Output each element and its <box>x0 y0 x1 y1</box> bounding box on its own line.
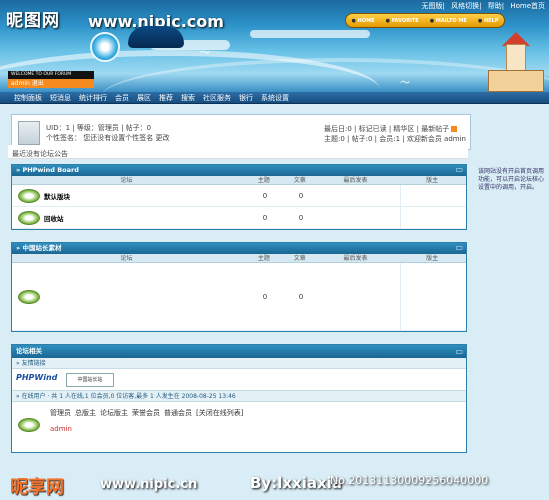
forum-related-panel: 论坛相关 ▭ » 友情链接 PHPWind 中国站长站 » 在线用户 · 共 1… <box>11 344 467 453</box>
forum-status-icon <box>18 289 40 304</box>
col-moderator: 版主 <box>426 255 439 262</box>
nav-control-panel[interactable]: 控制面板 <box>10 92 46 104</box>
favorite-button[interactable]: FAVORITE <box>386 18 419 24</box>
forum-topics: 0 <box>262 213 268 222</box>
phpwind-logo[interactable]: PHPWind <box>16 373 62 387</box>
close-online-list[interactable]: [关闭在线列表] <box>196 408 243 418</box>
header-button-bar: HOME FAVORITE MAILTO ME HELP <box>345 13 505 28</box>
legend-mod: 论坛版主 <box>100 409 128 417</box>
nav-search[interactable]: 搜索 <box>177 92 199 104</box>
footer-watermark: 昵享网 www.nipic.cn By:lxxiaxia No.20131130… <box>0 470 549 500</box>
col-last-post: 最后发表 <box>343 177 368 184</box>
footer-number: No.20131130009256040000 <box>330 474 489 487</box>
nav-members[interactable]: 会员 <box>111 92 133 104</box>
logo-emblem <box>90 32 120 62</box>
forum-topics: 0 <box>262 292 268 301</box>
notice-text: 最近没有论坛公告 <box>12 150 68 158</box>
nav-recommend[interactable]: 推荐 <box>155 92 177 104</box>
nav-bank[interactable]: 银行 <box>235 92 257 104</box>
site-header: 昵图网 www.nipic.com 无图版| 风格切换| 帮助| Home首页 … <box>0 0 549 92</box>
castle-illustration <box>488 32 544 92</box>
rss-icon[interactable] <box>451 126 458 132</box>
forum-posts: 0 <box>298 191 304 200</box>
toplink-style[interactable]: 风格切换 <box>451 2 479 10</box>
collapse-icon[interactable]: ▭ <box>455 345 463 358</box>
forum-related-title: 论坛相关 <box>16 347 42 355</box>
legend-super-mod: 总版主 <box>75 409 96 417</box>
nav-showcase[interactable]: 展区 <box>133 92 155 104</box>
online-user-admin[interactable]: admin <box>50 424 243 434</box>
welcome-banner: WELCOME TO OUR FORUM <box>8 71 94 79</box>
forum-status-icon <box>18 210 40 225</box>
forum-posts: 0 <box>298 292 304 301</box>
sidebar-note: 该网站没有开启首页调用功能，可以开启论坛核心设置中的调用，开启。 <box>478 168 545 191</box>
friend-links-label: » 友情链接 <box>12 358 466 369</box>
user-uid-line: UID：1 | 等级：管理员 | 帖子：0 <box>46 124 152 132</box>
main-nav: 控制面板 短消息 统计排行 会员 展区 推荐 搜索 社区服务 银行 系统设置 <box>0 92 549 104</box>
collapse-icon[interactable]: ▭ <box>455 165 463 175</box>
hat-decoration <box>128 26 184 48</box>
help-button[interactable]: HELP <box>478 18 498 24</box>
toplink-home[interactable]: Home首页 <box>510 2 545 10</box>
nav-community[interactable]: 社区服务 <box>199 92 235 104</box>
footer-brand: 昵享网 <box>10 477 64 498</box>
forum-row: 0 0 <box>12 263 466 331</box>
avatar <box>18 121 40 145</box>
forum-row: 回收站 0 0 <box>12 207 466 229</box>
collapse-icon[interactable]: ▭ <box>455 243 463 253</box>
user-group-legend: 管理员 总版主 论坛版主 荣誉会员 普通会员 [关闭在线列表] <box>50 408 243 418</box>
toplink-nopic[interactable]: 无图版 <box>422 2 443 10</box>
nav-stats[interactable]: 统计排行 <box>75 92 111 104</box>
mailto-button[interactable]: MAILTO ME <box>430 18 467 24</box>
col-topics: 主题 <box>257 255 270 262</box>
legend-honor: 荣誉会员 <box>132 409 160 417</box>
legend-member: 普通会员 <box>164 409 192 417</box>
board-china-webmaster: » 中国站长素材 ▭ 论坛 主题 文章 最后发表 版主 0 0 <box>11 242 467 332</box>
toplink-help[interactable]: 帮助 <box>488 2 502 10</box>
col-forum: 论坛 <box>120 177 133 184</box>
top-links: 无图版| 风格切换| 帮助| Home首页 <box>421 2 545 10</box>
board-title[interactable]: » 中国站长素材 <box>16 244 61 252</box>
forum-today-line[interactable]: 最后日:0 | 标记已读 | 精华区 | 最新帖子 <box>324 125 449 133</box>
board-phpwind: » PHPwind Board ▭ 论坛 主题 文章 最后发表 版主 默认版块 0… <box>11 164 467 230</box>
col-posts: 文章 <box>293 255 306 262</box>
footer-author: By:lxxiaxia <box>250 474 342 492</box>
board-title[interactable]: » PHPwind Board <box>16 166 79 174</box>
nav-settings[interactable]: 系统设置 <box>257 92 293 104</box>
forum-topics: 0 <box>262 191 268 200</box>
bird-icon: 〜 <box>400 78 410 89</box>
online-users-line[interactable]: » 在线用户 · 共 1 人在线,1 位会员,0 位访客,最多 1 人发生在 2… <box>12 391 466 402</box>
webmaster-logo[interactable]: 中国站长站 <box>66 372 114 387</box>
forum-name[interactable]: 默认版块 <box>44 191 242 201</box>
forum-stats-line: 主题:0 | 帖子:0 | 会员:1 | 欢迎新会员 admin <box>323 135 466 143</box>
online-status-icon <box>18 418 40 432</box>
notice-bar <box>8 145 468 159</box>
watermark-brand: 昵图网 <box>6 11 60 31</box>
admin-logout[interactable]: admin 退出 <box>8 79 94 88</box>
forum-row: 默认版块 0 0 <box>12 185 466 207</box>
forum-name[interactable]: 回收站 <box>44 213 242 223</box>
col-topics: 主题 <box>257 177 270 184</box>
col-posts: 文章 <box>293 177 306 184</box>
legend-admin: 管理员 <box>50 409 71 417</box>
forum-status-icon <box>18 188 40 203</box>
col-forum: 论坛 <box>120 255 133 262</box>
col-moderator: 版主 <box>426 177 439 184</box>
footer-url: www.nipic.cn <box>100 477 198 492</box>
col-last-post: 最后发表 <box>343 255 368 262</box>
forum-posts: 0 <box>298 213 304 222</box>
bird-icon: 〜 <box>200 48 210 59</box>
home-button[interactable]: HOME <box>352 18 375 24</box>
nav-messages[interactable]: 短消息 <box>46 92 75 104</box>
user-sign-line[interactable]: 个性签名： 您还没有设置个性签名 更改 <box>46 133 169 143</box>
